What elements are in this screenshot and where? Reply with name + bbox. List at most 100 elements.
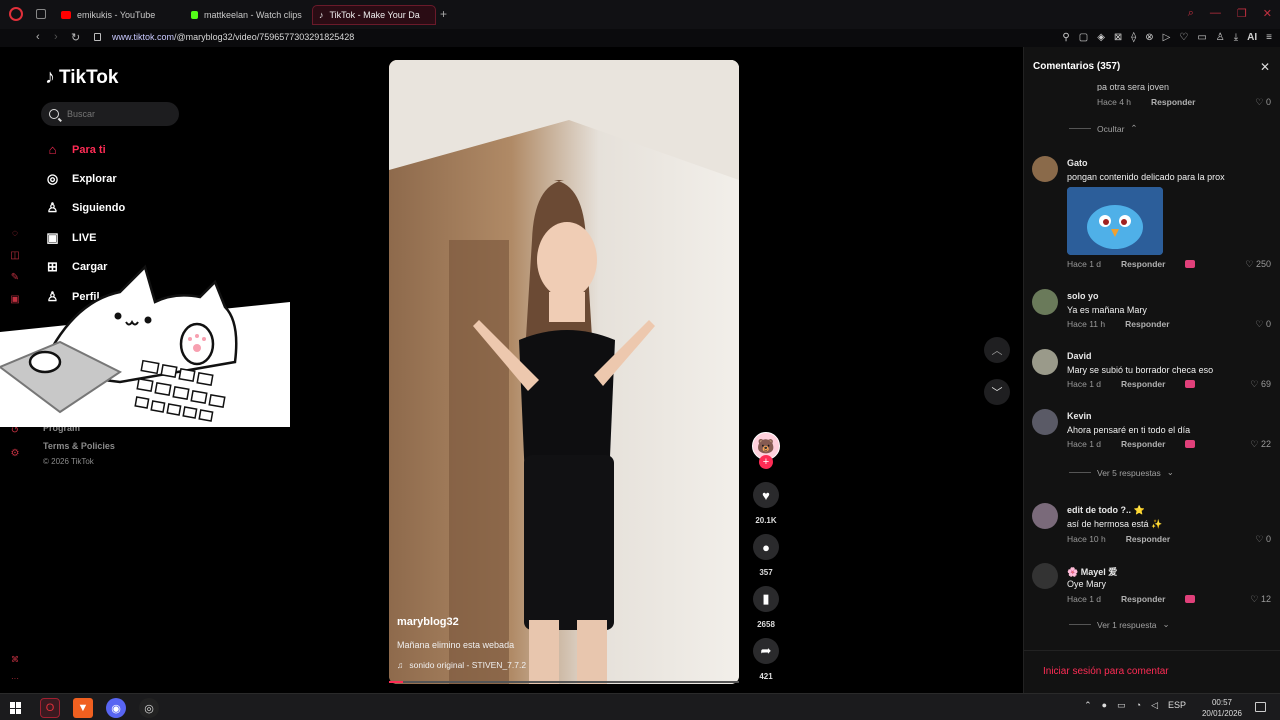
- language-indicator[interactable]: ESP: [1168, 700, 1186, 711]
- reply-button[interactable]: Responder: [1121, 439, 1165, 449]
- tab-kick[interactable]: mattkeelan - Watch clips: [185, 5, 310, 25]
- comment-author[interactable]: David: [1067, 351, 1092, 361]
- network-icon[interactable]: ▭: [1117, 700, 1126, 711]
- microphone-icon[interactable]: ●: [1102, 700, 1107, 711]
- reply-button[interactable]: Responder: [1125, 319, 1169, 329]
- previous-video-button[interactable]: ︿: [984, 337, 1010, 363]
- volume-icon[interactable]: ◁: [1151, 700, 1158, 711]
- maximize-button[interactable]: ❐: [1237, 7, 1247, 20]
- reply-button[interactable]: Responder: [1121, 259, 1165, 269]
- avatar[interactable]: [1032, 503, 1058, 529]
- sidebar-aria-icon[interactable]: ◌: [8, 228, 22, 239]
- clock[interactable]: 00:57 20/01/2026: [1202, 697, 1242, 719]
- discord-taskbar-icon[interactable]: ◉: [106, 698, 126, 718]
- new-tab-button[interactable]: +: [440, 7, 447, 21]
- comments-title: Comentarios (357): [1033, 61, 1121, 72]
- hide-replies-button[interactable]: Ocultar ⌃: [1069, 123, 1138, 134]
- url-field[interactable]: www.tiktok.com/@maryblog32/video/7596577…: [112, 32, 354, 42]
- comment-like[interactable]: ♡ 22: [1241, 439, 1271, 450]
- search-box[interactable]: [41, 102, 179, 126]
- video-username[interactable]: maryblog32: [397, 616, 459, 628]
- sidebar-settings-icon[interactable]: ⚙: [8, 448, 22, 459]
- close-window-button[interactable]: ✕: [1263, 7, 1272, 20]
- sidebar-more-icon[interactable]: ···: [8, 674, 22, 683]
- video-player[interactable]: [389, 60, 739, 684]
- comment-like[interactable]: ♡ 69: [1241, 379, 1271, 390]
- chevron-up-icon: ︿: [991, 345, 1003, 357]
- avatar[interactable]: [1032, 156, 1058, 182]
- sidebar-extensions-icon[interactable]: ⌘: [8, 655, 22, 664]
- follow-plus-button[interactable]: +: [759, 455, 773, 469]
- comment-author[interactable]: 🌸 Mayel 爱: [1067, 565, 1117, 578]
- nav-item-siguiendo[interactable]: ♙ Siguiendo: [45, 200, 126, 215]
- back-icon[interactable]: ‹: [36, 31, 40, 43]
- avatar[interactable]: [1032, 349, 1058, 375]
- view-replies-button[interactable]: Ver 1 respuesta ⌄: [1069, 619, 1170, 630]
- shield-icon[interactable]: ◈: [1097, 32, 1105, 43]
- login-to-comment-bar[interactable]: Iniciar sesión para comentar: [1024, 650, 1280, 690]
- footer-link-terms[interactable]: Terms & Policies: [43, 441, 115, 451]
- comment-author[interactable]: solo yo: [1067, 291, 1099, 301]
- view-replies-button[interactable]: Ver 5 respuestas ⌄: [1069, 467, 1174, 478]
- login-to-comment-link[interactable]: Iniciar sesión para comentar: [1043, 666, 1169, 677]
- windows-start-icon[interactable]: [10, 702, 22, 714]
- obs-taskbar-icon[interactable]: ◎: [139, 698, 159, 718]
- comment-like[interactable]: ♡ 250: [1241, 259, 1271, 270]
- reply-button[interactable]: Responder: [1121, 594, 1165, 604]
- nav-item-para-ti[interactable]: ⌂ Para ti: [45, 142, 106, 157]
- notification-icon[interactable]: [1255, 702, 1266, 712]
- reply-button[interactable]: Responder: [1121, 379, 1165, 389]
- reply-button[interactable]: Responder: [1126, 534, 1170, 544]
- tab-youtube[interactable]: emikukis - YouTube: [55, 5, 183, 25]
- comment-button[interactable]: ●: [753, 534, 779, 560]
- avatar[interactable]: [1032, 409, 1058, 435]
- tiktok-logo[interactable]: ♪ TikTok: [45, 66, 118, 89]
- search-tabs-icon[interactable]: ⌕: [1188, 7, 1194, 20]
- comment-sticker-image[interactable]: [1067, 187, 1163, 255]
- avatar[interactable]: [1032, 563, 1058, 589]
- comment-like[interactable]: ♡ 0: [1241, 319, 1271, 330]
- comment-author[interactable]: Kevin: [1067, 411, 1092, 421]
- video-progress-bar[interactable]: [389, 681, 739, 683]
- avatar[interactable]: [1032, 289, 1058, 315]
- account-icon[interactable]: ♙: [1216, 32, 1225, 43]
- brave-taskbar-icon[interactable]: ▼: [73, 698, 93, 718]
- comment-like[interactable]: ♡ 0: [1241, 534, 1271, 545]
- chevron-up-icon[interactable]: ⌃: [1084, 700, 1092, 711]
- comment-like[interactable]: ♡ 0: [1241, 97, 1271, 108]
- play-icon[interactable]: ▷: [1163, 32, 1171, 43]
- comment-meta: Hace 1 d Responder: [1067, 259, 1196, 269]
- forward-icon[interactable]: ›: [54, 31, 58, 43]
- reply-button[interactable]: Responder: [1151, 97, 1195, 107]
- next-video-button[interactable]: ﹀: [984, 379, 1010, 405]
- extension-icon[interactable]: ⊠: [1114, 32, 1122, 43]
- snapshot-icon[interactable]: ▢: [1079, 32, 1088, 43]
- minimize-button[interactable]: —: [1210, 7, 1221, 20]
- aria-ai-button[interactable]: AI: [1247, 32, 1257, 43]
- comment-author[interactable]: Gato: [1067, 158, 1088, 168]
- video-sound[interactable]: ♫ sonido original - STIVEN_7.7.2: [397, 660, 526, 670]
- download-icon[interactable]: ⤓: [1234, 32, 1238, 43]
- nav-item-explorar[interactable]: ◎ Explorar: [45, 171, 117, 186]
- comment-like[interactable]: ♡ 12: [1241, 594, 1271, 605]
- like-button[interactable]: ♥: [753, 482, 779, 508]
- close-comments-button[interactable]: ✕: [1258, 60, 1272, 74]
- menu-icon[interactable]: ≡: [1266, 32, 1272, 43]
- tab-tiktok[interactable]: ♪ TikTok - Make Your Da: [312, 5, 436, 25]
- vpn-icon[interactable]: ⊗: [1145, 32, 1153, 43]
- opera-logo-icon[interactable]: [9, 7, 23, 21]
- nav-item-live[interactable]: ▣ LIVE: [45, 230, 96, 245]
- save-button[interactable]: ▮: [753, 586, 779, 612]
- reload-icon[interactable]: ↻: [71, 31, 80, 44]
- share-button[interactable]: ➦: [753, 638, 779, 664]
- pin-icon[interactable]: ⚲: [1062, 32, 1069, 43]
- tab-overview-icon[interactable]: [36, 9, 46, 19]
- wifi-icon[interactable]: ◔: [1136, 700, 1141, 711]
- heart-icon[interactable]: ♡: [1179, 32, 1188, 43]
- search-input[interactable]: [67, 109, 167, 119]
- sidebar-bag-icon[interactable]: ◫: [8, 250, 22, 261]
- opera-taskbar-icon[interactable]: O: [40, 698, 60, 718]
- comment-author[interactable]: edit de todo ?.. ⭐: [1067, 505, 1145, 516]
- translate-icon[interactable]: ⟠: [1131, 32, 1136, 43]
- wallet-icon[interactable]: ▭: [1197, 32, 1206, 43]
